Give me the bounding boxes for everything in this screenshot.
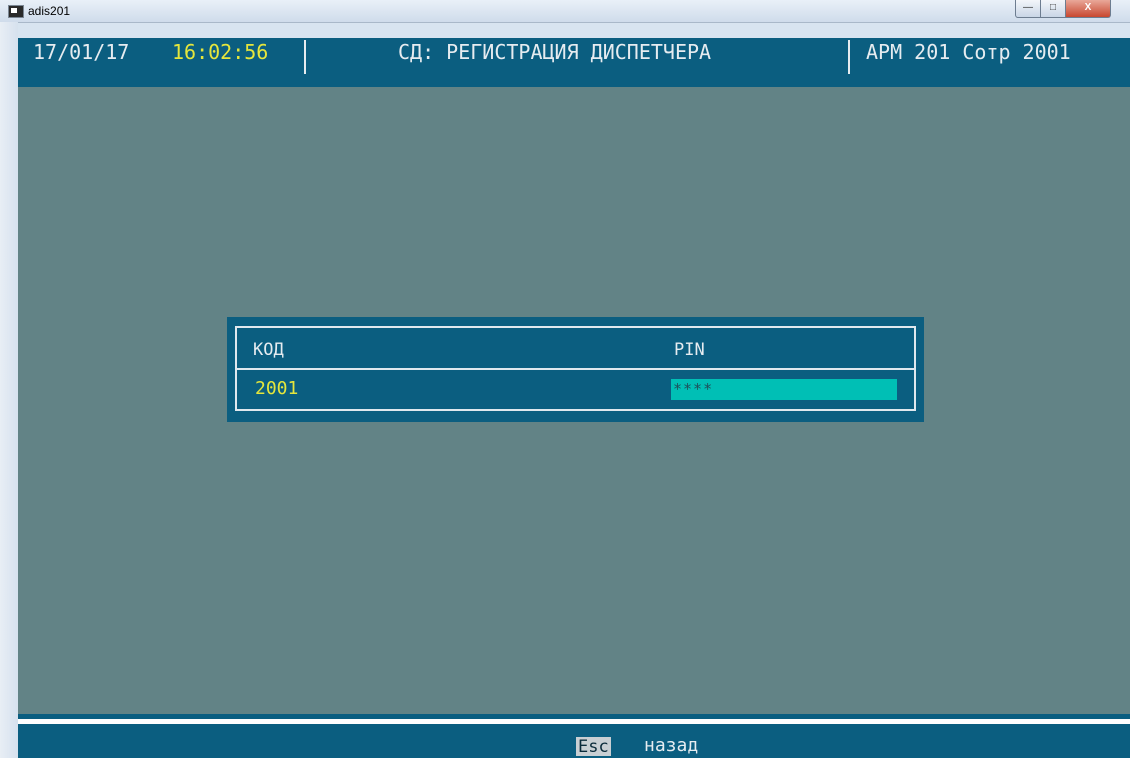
workstation-info: АРМ 201 Сотр 2001 (866, 40, 1071, 64)
app-icon (8, 5, 24, 18)
header-time: 16:02:56 (172, 40, 269, 64)
close-button[interactable]: X (1065, 0, 1111, 18)
window-left-frame (0, 22, 18, 758)
pin-label: PIN (674, 340, 705, 360)
pin-input[interactable]: **** (671, 379, 897, 400)
dialog-divider (235, 368, 916, 370)
maximize-button[interactable]: □ (1040, 0, 1066, 18)
login-dialog: КОД PIN 2001 **** (227, 317, 924, 422)
back-action-label: назад (644, 735, 699, 756)
window-title: adis201 (28, 4, 71, 18)
minimize-button[interactable]: — (1015, 0, 1041, 18)
screen-title: СД: РЕГИСТРАЦИЯ ДИСПЕТЧЕРА (398, 40, 712, 64)
header-separator (304, 40, 306, 74)
code-field[interactable]: 2001 (255, 378, 298, 399)
window-titlebar: adis201 — □ X (0, 0, 1130, 23)
header-date: 17/01/17 (33, 40, 130, 64)
header-bottom-bar (18, 80, 1130, 87)
code-label: КОД (253, 340, 284, 360)
esc-key-button[interactable]: Esc (576, 737, 611, 757)
status-header: 17/01/17 16:02:56 СД: РЕГИСТРАЦИЯ ДИСПЕТ… (18, 38, 1130, 84)
footer-bar: Esc назад (18, 724, 1130, 758)
header-separator (848, 40, 850, 74)
